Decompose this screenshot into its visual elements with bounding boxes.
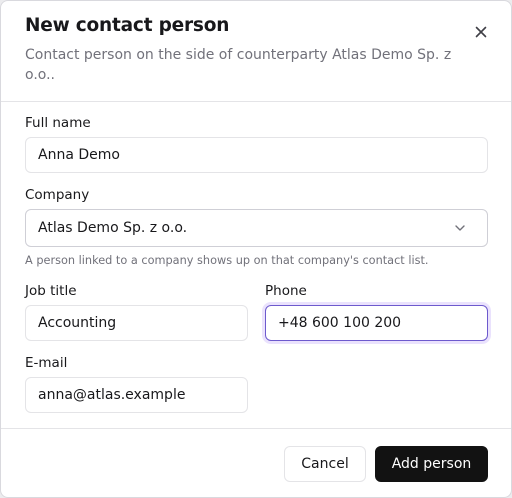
email-field bbox=[25, 377, 248, 413]
job-title-input[interactable] bbox=[26, 306, 247, 340]
close-button[interactable] bbox=[471, 22, 491, 42]
phone-field bbox=[265, 305, 488, 341]
full-name-label: Full name bbox=[25, 115, 91, 131]
job-title-label: Job title bbox=[25, 283, 77, 299]
new-contact-dialog: New contact person Contact person on the… bbox=[0, 0, 512, 498]
email-label: E-mail bbox=[25, 355, 68, 371]
phone-input[interactable] bbox=[266, 306, 487, 340]
email-input[interactable] bbox=[26, 378, 247, 412]
full-name-field bbox=[25, 137, 488, 173]
company-label: Company bbox=[25, 187, 90, 203]
phone-label: Phone bbox=[265, 283, 307, 299]
dialog-title: New contact person bbox=[25, 15, 230, 36]
dialog-subtitle: Contact person on the side of counterpar… bbox=[25, 47, 452, 83]
company-helper-text: A person linked to a company shows up on… bbox=[25, 254, 429, 267]
cancel-button[interactable]: Cancel bbox=[284, 446, 366, 482]
close-icon bbox=[475, 26, 487, 38]
add-person-button[interactable]: Add person bbox=[375, 446, 488, 482]
footer-divider bbox=[1, 428, 511, 429]
chevron-down-icon bbox=[455, 225, 465, 231]
dialog-header: New contact person Contact person on the… bbox=[1, 1, 511, 101]
company-select[interactable]: Atlas Demo Sp. z o.o. bbox=[25, 209, 488, 247]
job-title-field bbox=[25, 305, 248, 341]
header-divider bbox=[1, 101, 511, 102]
full-name-input[interactable] bbox=[26, 138, 487, 172]
company-select-value: Atlas Demo Sp. z o.o. bbox=[38, 220, 188, 236]
